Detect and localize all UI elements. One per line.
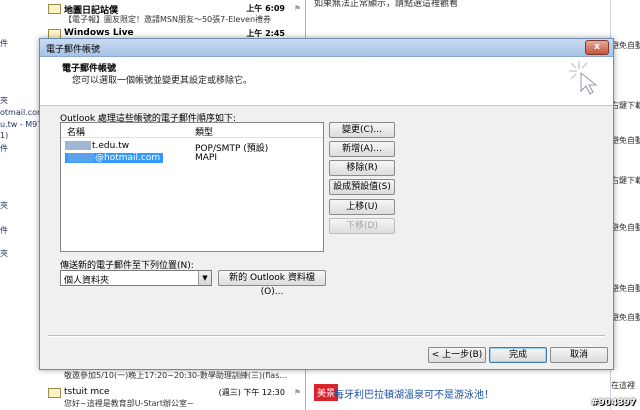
finish-button[interactable]: 完成 bbox=[489, 347, 547, 363]
footer-divider bbox=[48, 335, 605, 337]
dialog-titlebar[interactable]: 電子郵件帳號 x bbox=[40, 39, 613, 57]
back-button[interactable]: < 上一步(B) bbox=[428, 347, 486, 363]
folder-item[interactable]: 件 bbox=[0, 225, 8, 236]
envelope-icon bbox=[48, 4, 61, 14]
cursor-sparkle-icon bbox=[569, 61, 598, 95]
header-subtitle: 您可以選取一個帳號並變更其設定或移除它。 bbox=[72, 76, 253, 86]
cancel-button[interactable]: 取消 bbox=[550, 347, 608, 363]
new-button[interactable]: 新增(A)... bbox=[329, 141, 395, 157]
column-type[interactable]: 類型 bbox=[195, 125, 213, 138]
new-data-file-button[interactable]: 新的 Outlook 資料檔(O)... bbox=[218, 270, 326, 297]
remove-button[interactable]: 移除(R) bbox=[329, 160, 395, 176]
delivery-location-select[interactable]: 個人資料夾 ▼ bbox=[60, 270, 212, 286]
folder-item[interactable]: 夾 bbox=[0, 248, 8, 259]
dialog-header: 電子郵件帳號 您可以選取一個帳號並變更其設定或移除它。 bbox=[40, 57, 613, 106]
folder-pane: 件 夾 otmail.com u.tw - M971 1) 件 夾 件 夾 bbox=[0, 0, 47, 410]
folder-item[interactable]: 夾 bbox=[0, 95, 8, 106]
ad-link[interactable]: 每牙利巴拉頓湖溫泉可不是游泳池！ bbox=[334, 386, 494, 401]
folder-item[interactable]: 夾 bbox=[0, 200, 8, 211]
move-down-button: 下移(D) bbox=[329, 218, 395, 234]
view-in-browser-text[interactable]: 如果無法正常顯示，請點選這裡觀看 bbox=[314, 0, 458, 9]
folder-item[interactable]: 件 bbox=[0, 38, 8, 49]
account-list[interactable]: 名稱 類型 t.edu.tw POP/SMTP (預設) @hotmail.co… bbox=[60, 122, 324, 252]
folder-item[interactable]: 件 bbox=[0, 143, 8, 154]
message-item[interactable]: tstuit mce (週三) 下午 12:30 ⚑ 您好~這裡是教育部U-St… bbox=[40, 386, 305, 408]
flag-icon[interactable]: ⚑ bbox=[294, 388, 301, 397]
watermark: #904397 bbox=[590, 398, 636, 408]
close-button[interactable]: x bbox=[585, 40, 609, 55]
column-name[interactable]: 名稱 bbox=[67, 125, 85, 138]
account-row[interactable]: t.edu.tw POP/SMTP (預設) bbox=[61, 141, 323, 154]
redacted-block bbox=[65, 141, 91, 150]
redacted-block bbox=[68, 153, 94, 162]
flag-icon[interactable]: ⚑ bbox=[294, 4, 301, 13]
account-list-header: 名稱 類型 bbox=[61, 123, 323, 138]
side-panel: 避免自動 右鍵下載 避免自動 右鍵下載 避免自動 避免自動 避免自動 在這裡 bbox=[610, 0, 640, 410]
folder-item[interactable]: 1) bbox=[0, 131, 8, 140]
change-button[interactable]: 變更(C)... bbox=[329, 122, 395, 138]
chevron-down-icon[interactable]: ▼ bbox=[198, 271, 211, 285]
message-item[interactable]: 地圖日記站僕 上午 6:09 ⚑ 【電子報】圖友限定！邀請MSN朋友～50張7-… bbox=[40, 2, 305, 24]
account-row[interactable]: @hotmail.com MAPI bbox=[61, 153, 323, 165]
email-accounts-dialog: 電子郵件帳號 x 電子郵件帳號 您可以選取一個帳號並變更其設定或移除它。 Out… bbox=[39, 38, 614, 370]
set-default-button[interactable]: 設成預設值(S) bbox=[329, 179, 395, 195]
envelope-icon bbox=[48, 388, 61, 398]
move-up-button[interactable]: 上移(U) bbox=[329, 199, 395, 215]
dialog-title: 電子郵件帳號 bbox=[46, 45, 101, 55]
